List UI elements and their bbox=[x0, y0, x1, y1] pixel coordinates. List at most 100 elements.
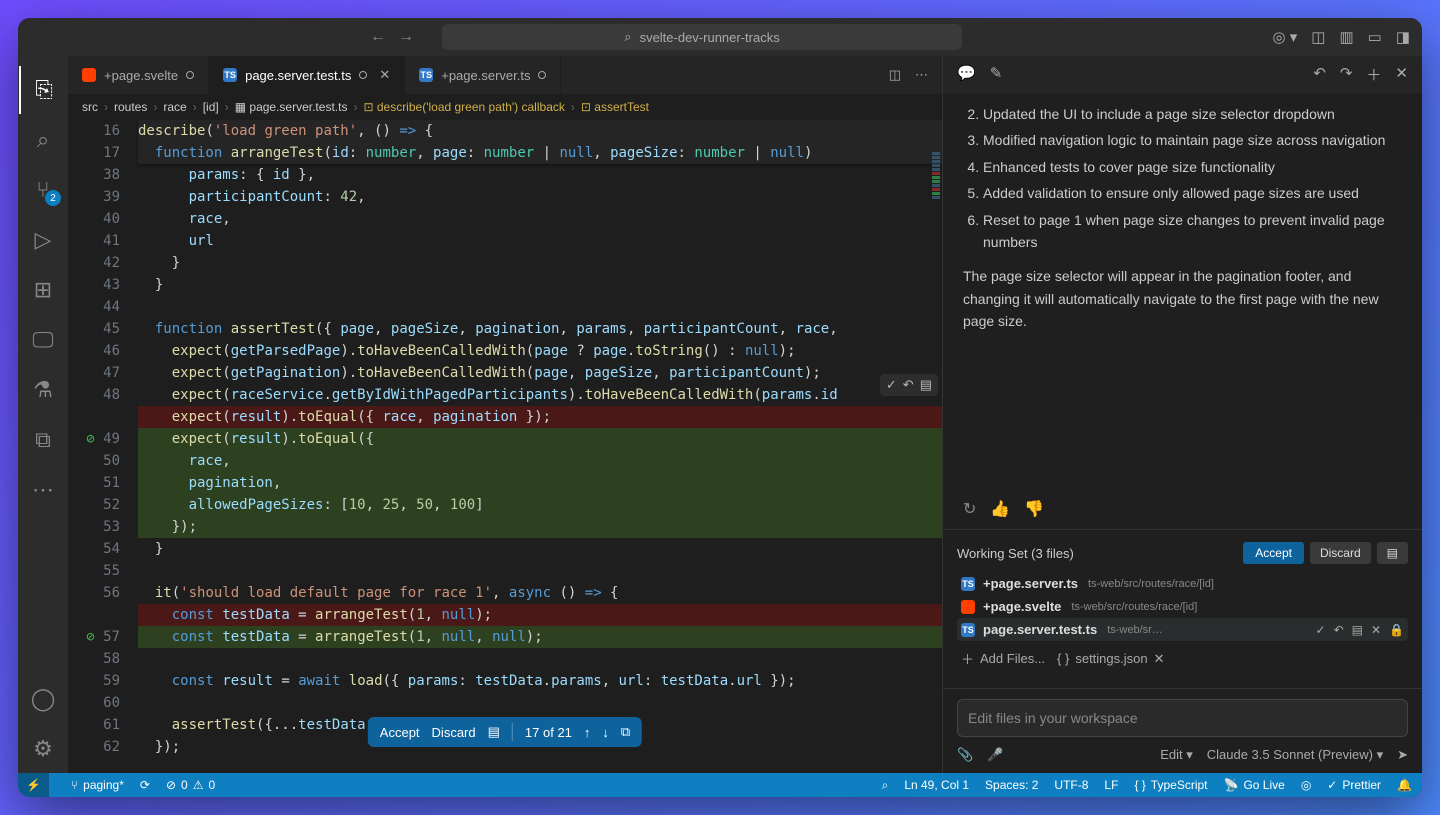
layout-bottom-icon[interactable]: ▭ bbox=[1368, 28, 1382, 46]
notifications-icon[interactable]: 🔔 bbox=[1397, 778, 1412, 792]
chat-input-area: Edit files in your workspace 📎 🎤 Edit ▾ … bbox=[943, 688, 1422, 773]
copilot-status-icon[interactable]: ◎ bbox=[1301, 778, 1311, 792]
account-icon[interactable]: ◯ bbox=[19, 675, 67, 723]
file-name: +page.svelte bbox=[983, 599, 1061, 614]
command-center[interactable]: ⌕ svelte-dev-runner-tracks bbox=[442, 24, 962, 50]
new-chat-icon[interactable]: ✎ bbox=[990, 64, 1003, 85]
code-editor[interactable]: 16173839404142434445464748⊘ 495051525354… bbox=[68, 120, 942, 773]
references-icon[interactable]: ⧉ bbox=[19, 416, 67, 464]
undo-icon[interactable]: ↶ bbox=[1313, 64, 1326, 85]
nav-back-icon[interactable]: ← bbox=[370, 28, 386, 46]
lock-icon[interactable]: 🔒 bbox=[1389, 623, 1404, 637]
settings-gear-icon[interactable]: ⚙ bbox=[19, 725, 67, 773]
tab-page.server.test.ts[interactable]: TSpage.server.test.ts✕ bbox=[209, 56, 405, 94]
remote-explorer-icon[interactable]: 🖵 bbox=[19, 316, 67, 364]
working-set: Working Set (3 files) Accept Discard ▤ T… bbox=[943, 529, 1422, 688]
tab-+page.server.ts[interactable]: TS+page.server.ts bbox=[405, 56, 561, 94]
tab-+page.svelte[interactable]: +page.svelte bbox=[68, 56, 209, 94]
tab-bar: +page.svelteTSpage.server.test.ts✕TS+pag… bbox=[68, 56, 942, 94]
search-status-icon[interactable]: ⌕ bbox=[882, 778, 889, 793]
model-selector[interactable]: Claude 3.5 Sonnet (Preview) ▾ bbox=[1207, 747, 1383, 763]
source-control-icon[interactable]: ⑂2 bbox=[19, 166, 67, 214]
nav-forward-icon[interactable]: → bbox=[398, 28, 414, 46]
accept-button[interactable]: Accept bbox=[380, 725, 420, 740]
breadcrumb-item[interactable]: ⊡ assertTest bbox=[581, 100, 649, 114]
language-mode[interactable]: { } TypeScript bbox=[1134, 778, 1207, 792]
branch-status[interactable]: ⑂ paging* bbox=[71, 778, 124, 792]
chat-list-item: Updated the UI to include a page size se… bbox=[983, 103, 1402, 125]
layout-panel-icon[interactable]: ◫ bbox=[1311, 28, 1325, 46]
sync-icon[interactable]: ⟳ bbox=[140, 778, 150, 792]
thumbs-down-icon[interactable]: 👎 bbox=[1024, 499, 1044, 519]
cursor-position[interactable]: Ln 49, Col 1 bbox=[904, 778, 969, 792]
attach-icon[interactable]: 📎 bbox=[957, 747, 973, 763]
redo-icon[interactable]: ↷ bbox=[1340, 64, 1353, 85]
open-diff-icon[interactable]: ⧉ bbox=[621, 724, 630, 740]
working-set-file[interactable]: TSpage.server.test.tsts-web/sr…✓↶▤✕🔒 bbox=[957, 618, 1408, 641]
debug-icon[interactable]: ▷ bbox=[19, 216, 67, 264]
encoding[interactable]: UTF-8 bbox=[1054, 778, 1088, 792]
diff-file-icon[interactable]: ▤ bbox=[1352, 623, 1363, 637]
code-content[interactable]: describe('load green path', () => { func… bbox=[138, 120, 942, 773]
vscode-window: ← → ⌕ svelte-dev-runner-tracks ◎ ▾ ◫ ▥ ▭… bbox=[18, 18, 1422, 797]
explorer-icon[interactable]: ⎘ bbox=[19, 66, 67, 114]
accept-all-button[interactable]: Accept bbox=[1243, 542, 1304, 564]
more-actions-icon[interactable]: ⋯ bbox=[915, 67, 928, 83]
file-path: ts-web/src/routes/race/[id] bbox=[1088, 578, 1214, 590]
add-icon[interactable]: ＋ bbox=[1366, 64, 1381, 85]
file-name: page.server.test.ts bbox=[983, 622, 1097, 637]
settings-pill[interactable]: { } settings.json ✕ bbox=[1057, 651, 1164, 667]
send-icon[interactable]: ➤ bbox=[1397, 747, 1408, 763]
breadcrumb-item[interactable]: [id] bbox=[203, 100, 219, 114]
remote-indicator[interactable]: ⚡ bbox=[18, 773, 49, 797]
prettier-status[interactable]: ✓ Prettier bbox=[1327, 778, 1381, 792]
thumbs-up-icon[interactable]: 👍 bbox=[990, 499, 1010, 519]
indentation[interactable]: Spaces: 2 bbox=[985, 778, 1038, 792]
panel-toolbar: 💬 ✎ ↶ ↷ ＋ ✕ bbox=[943, 56, 1422, 93]
breadcrumb-item[interactable]: routes bbox=[114, 100, 147, 114]
breadcrumb-item[interactable]: ▦ page.server.test.ts bbox=[235, 100, 348, 114]
problems-status[interactable]: ⊘ 0 ⚠ 0 bbox=[166, 778, 215, 792]
diff-file-icon[interactable]: ▤ bbox=[488, 724, 500, 740]
mic-icon[interactable]: 🎤 bbox=[987, 747, 1003, 763]
discard-button[interactable]: Discard bbox=[432, 725, 476, 740]
layout-sidebar-left-icon[interactable]: ▥ bbox=[1339, 28, 1353, 46]
modified-indicator-icon bbox=[538, 71, 546, 79]
go-live[interactable]: 📡 Go Live bbox=[1224, 778, 1285, 792]
minimap[interactable] bbox=[930, 150, 942, 773]
next-change-icon[interactable]: ↓ bbox=[602, 725, 609, 740]
regenerate-icon[interactable]: ↻ bbox=[963, 499, 976, 519]
accept-change-icon[interactable]: ✓ bbox=[886, 377, 897, 393]
working-set-file[interactable]: +page.sveltets-web/src/routes/race/[id] bbox=[957, 595, 1408, 618]
extensions-icon[interactable]: ⊞ bbox=[19, 266, 67, 314]
chat-view-icon[interactable]: 💬 bbox=[957, 64, 976, 85]
close-tab-icon[interactable]: ✕ bbox=[379, 67, 390, 83]
accept-file-icon[interactable]: ✓ bbox=[1316, 623, 1326, 637]
split-editor-icon[interactable]: ◫ bbox=[889, 67, 901, 83]
undo-file-icon[interactable]: ↶ bbox=[1334, 623, 1344, 637]
testing-icon[interactable]: ⚗ bbox=[19, 366, 67, 414]
undo-change-icon[interactable]: ↶ bbox=[903, 377, 914, 393]
discard-all-button[interactable]: Discard bbox=[1310, 542, 1371, 564]
add-files-button[interactable]: ＋ Add Files... bbox=[961, 649, 1045, 668]
copilot-icon[interactable]: ◎ ▾ bbox=[1272, 28, 1297, 46]
diff-counter: 17 of 21 bbox=[525, 725, 572, 740]
ts-test-icon: TS bbox=[223, 68, 237, 82]
chat-panel: 💬 ✎ ↶ ↷ ＋ ✕ Updated the UI to include a … bbox=[942, 56, 1422, 773]
breadcrumb[interactable]: src›routes›race›[id]›▦ page.server.test.… bbox=[68, 94, 942, 120]
mode-selector[interactable]: Edit ▾ bbox=[1160, 747, 1193, 763]
working-set-file[interactable]: TS+page.server.tsts-web/src/routes/race/… bbox=[957, 572, 1408, 595]
breadcrumb-item[interactable]: src bbox=[82, 100, 98, 114]
breadcrumb-item[interactable]: race bbox=[163, 100, 186, 114]
breadcrumb-item[interactable]: ⊡ describe('load green path') callback bbox=[363, 100, 564, 114]
file-name: +page.server.ts bbox=[983, 576, 1078, 591]
prev-change-icon[interactable]: ↑ bbox=[584, 725, 591, 740]
chat-input[interactable]: Edit files in your workspace bbox=[957, 699, 1408, 737]
eol[interactable]: LF bbox=[1104, 778, 1118, 792]
diff-view-button[interactable]: ▤ bbox=[1377, 542, 1408, 564]
close-icon[interactable]: ✕ bbox=[1395, 64, 1408, 85]
more-icon[interactable]: ⋯ bbox=[19, 466, 67, 514]
layout-sidebar-right-icon[interactable]: ◨ bbox=[1396, 28, 1410, 46]
search-icon[interactable]: ⌕ bbox=[19, 116, 67, 164]
close-file-icon[interactable]: ✕ bbox=[1371, 623, 1381, 637]
